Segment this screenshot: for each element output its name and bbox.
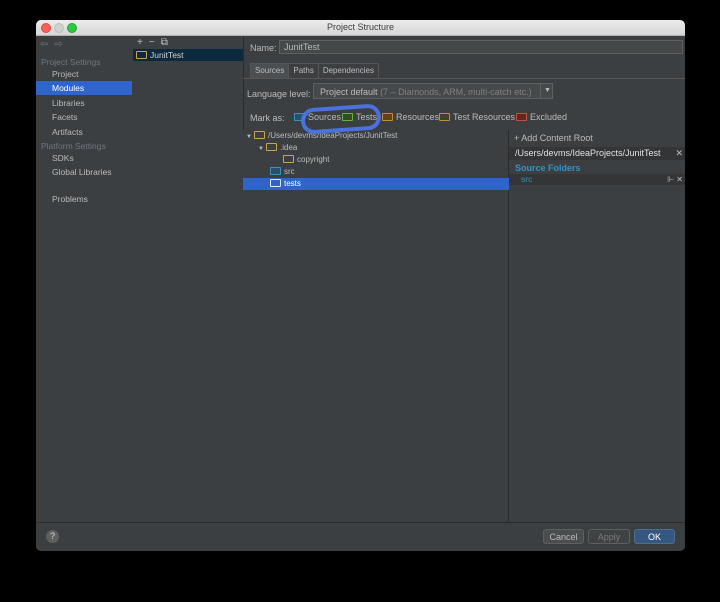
language-level-hint: (7 – Diamonds, ARM, multi-catch etc.)	[380, 87, 532, 97]
mark-excluded-button[interactable]: Excluded	[516, 112, 567, 122]
remove-icon[interactable]: −	[149, 37, 155, 48]
annotation-circle	[300, 103, 382, 135]
tree-row-copyright[interactable]: copyright	[243, 154, 548, 166]
copy-icon[interactable]: ⧉	[161, 37, 168, 48]
nav-item-artifacts[interactable]: Artifacts	[36, 125, 132, 139]
tree-row-tests[interactable]: tests	[243, 178, 535, 190]
remove-root-icon[interactable]: ✕	[675, 147, 683, 160]
content-root-panel: + Add Content Root /Users/devms/IdeaProj…	[509, 130, 685, 522]
module-item-junittest[interactable]: JunitTest	[133, 49, 243, 61]
nav-item-modules[interactable]: Modules	[36, 81, 132, 95]
tree-row-label: tests	[284, 179, 301, 188]
tab-paths[interactable]: Paths	[288, 63, 319, 79]
tree-row-label: .idea	[280, 143, 298, 152]
folder-icon	[254, 130, 265, 139]
source-folder-icon	[270, 166, 281, 175]
forward-arrow-icon[interactable]: ⇨	[54, 39, 62, 50]
tree-row-label: copyright	[297, 155, 330, 164]
folder-icon	[266, 142, 277, 151]
cancel-button[interactable]: Cancel	[543, 529, 584, 544]
folder-icon	[270, 178, 281, 187]
modules-toolbar: + − ⧉	[137, 37, 174, 48]
project-settings-header: Project Settings	[41, 57, 101, 67]
language-level-select[interactable]: Project default (7 – Diamonds, ARM, mult…	[313, 83, 553, 99]
source-folder-actions: ⊩ ✕	[667, 174, 683, 185]
name-label: Name:	[250, 43, 277, 53]
module-item-label: JunitTest	[150, 50, 184, 60]
add-icon[interactable]: +	[137, 37, 143, 48]
language-level-label: Language level:	[247, 89, 311, 99]
project-structure-window: Project Structure ⇦ ⇨ Project Settings Pr…	[36, 20, 685, 551]
apply-button[interactable]: Apply	[588, 529, 630, 544]
title-bar: Project Structure	[36, 20, 685, 36]
back-arrow-icon[interactable]: ⇦	[40, 39, 48, 50]
source-folder-name: src	[521, 174, 533, 184]
mark-excluded-label: Excluded	[530, 112, 568, 122]
tree-row-root[interactable]: ▼/Users/devms/IdeaProjects/JunitTest	[243, 130, 511, 142]
mark-test-resources-label: Test Resources	[453, 112, 516, 122]
source-folders-label: Source Folders	[515, 163, 581, 173]
mark-resources-label: Resources	[396, 112, 440, 122]
remove-source-icon[interactable]: ✕	[676, 175, 683, 184]
chevron-down-icon[interactable]: ▼	[540, 83, 554, 99]
nav-item-libraries[interactable]: Libraries	[36, 96, 132, 110]
ok-button[interactable]: OK	[634, 529, 675, 544]
module-tabs: Sources Paths Dependencies	[250, 63, 379, 79]
resources-folder-icon	[382, 112, 393, 121]
nav-item-global-libraries[interactable]: Global Libraries	[36, 165, 132, 179]
content-root-path: /Users/devms/IdeaProjects/JunitTest	[515, 148, 661, 158]
mark-as-label: Mark as:	[250, 113, 285, 123]
platform-settings-header: Platform Settings	[41, 141, 106, 151]
add-content-root-button[interactable]: + Add Content Root	[514, 133, 593, 143]
folder-icon	[283, 154, 294, 163]
tab-dependencies[interactable]: Dependencies	[317, 63, 379, 79]
excluded-folder-icon	[516, 112, 527, 121]
tab-divider	[243, 78, 685, 79]
module-name-field[interactable]: JunitTest	[279, 40, 683, 54]
mark-test-resources-button[interactable]: Test Resources	[439, 112, 515, 122]
source-folder-item: src ⊩ ✕	[509, 174, 685, 185]
help-button[interactable]: ?	[46, 530, 59, 543]
test-resources-folder-icon	[439, 112, 450, 121]
content-root-header: /Users/devms/IdeaProjects/JunitTest ✕	[509, 147, 685, 160]
nav-item-project[interactable]: Project	[36, 67, 132, 81]
language-level-value: Project default	[320, 87, 378, 97]
mark-resources-button[interactable]: Resources	[382, 112, 439, 122]
tab-sources[interactable]: Sources	[250, 63, 290, 79]
settings-nav: ⇦ ⇨ Project Settings Project Modules Libr…	[36, 36, 134, 522]
nav-item-problems[interactable]: Problems	[36, 192, 132, 206]
nav-item-facets[interactable]: Facets	[36, 110, 132, 124]
edit-properties-icon[interactable]: ⊩	[667, 175, 674, 184]
content-folder-tree: ▼/Users/devms/IdeaProjects/JunitTest ▼ .i…	[243, 130, 535, 522]
dialog-footer: ? Cancel Apply OK	[36, 522, 685, 551]
window-title: Project Structure	[326, 22, 395, 32]
tree-row-label: src	[284, 167, 295, 176]
tree-row-src[interactable]: src	[243, 166, 535, 178]
nav-history-buttons: ⇦ ⇨	[40, 39, 69, 50]
modules-panel: + − ⧉ JunitTest	[133, 36, 244, 522]
tree-row-idea[interactable]: ▼ .idea	[243, 142, 523, 154]
nav-item-sdks[interactable]: SDKs	[36, 151, 132, 165]
module-folder-icon	[136, 50, 147, 59]
